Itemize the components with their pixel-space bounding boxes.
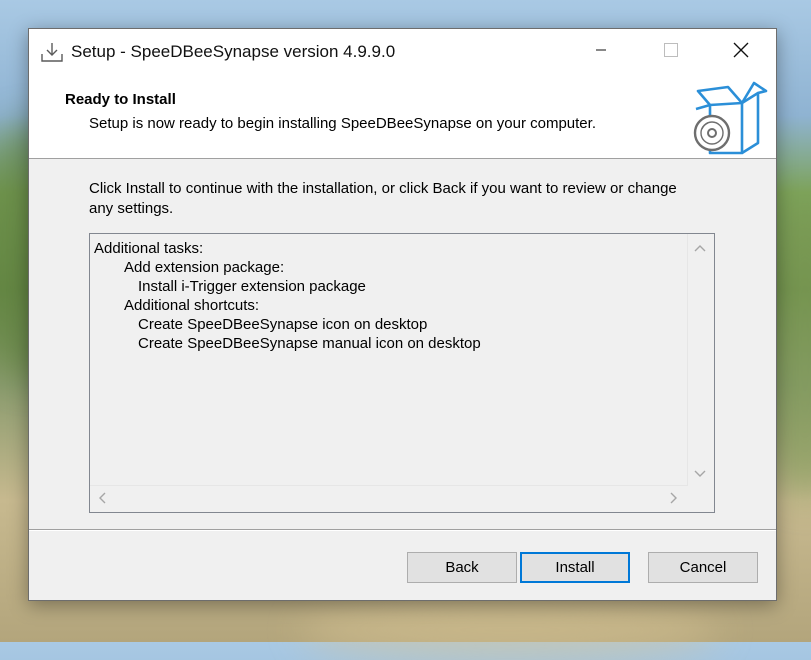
minimize-button[interactable] <box>566 29 636 75</box>
setup-icon <box>40 40 64 64</box>
maximize-button[interactable] <box>636 29 706 75</box>
scroll-up-icon[interactable] <box>694 240 706 254</box>
ready-memo[interactable]: Additional tasks: Add extension package:… <box>89 233 715 513</box>
close-button[interactable] <box>706 29 776 75</box>
memo-line: Create SpeeDBeeSynapse icon on desktop <box>138 316 428 333</box>
horizontal-scrollbar[interactable] <box>90 485 687 512</box>
page-subtitle: Setup is now ready to begin installing S… <box>89 115 596 132</box>
minimize-icon <box>595 43 607 61</box>
install-box-icon <box>692 81 768 155</box>
memo-line: Install i-Trigger extension package <box>138 278 366 295</box>
cancel-button[interactable]: Cancel <box>648 552 758 583</box>
scroll-right-icon[interactable] <box>670 492 678 506</box>
memo-line: Additional tasks: <box>94 240 204 257</box>
memo-line: Add extension package: <box>124 259 285 276</box>
close-icon <box>733 42 749 63</box>
install-button[interactable]: Install <box>520 552 630 583</box>
back-button[interactable]: Back <box>407 552 517 583</box>
memo-line: Create SpeeDBeeSynapse manual icon on de… <box>138 335 481 352</box>
memo-content: Additional tasks: Add extension package:… <box>94 239 481 353</box>
title-bar[interactable]: Setup - SpeeDBeeSynapse version 4.9.9.0 <box>29 29 776 75</box>
vertical-scrollbar[interactable] <box>687 234 714 486</box>
scroll-left-icon[interactable] <box>98 492 106 506</box>
footer-divider-highlight <box>29 530 776 531</box>
wizard-header: Ready to Install Setup is now ready to b… <box>29 75 776 159</box>
memo-line: Additional shortcuts: <box>124 297 260 314</box>
maximize-icon <box>664 42 678 62</box>
background-ground <box>300 600 720 660</box>
instructions-text: Click Install to continue with the insta… <box>89 180 677 217</box>
scrollbar-corner <box>688 486 714 512</box>
scroll-down-icon[interactable] <box>694 466 706 480</box>
window-title: Setup - SpeeDBeeSynapse version 4.9.9.0 <box>71 42 396 61</box>
setup-window: Setup - SpeeDBeeSynapse version 4.9.9.0 … <box>28 28 777 601</box>
page-title: Ready to Install <box>65 91 176 108</box>
